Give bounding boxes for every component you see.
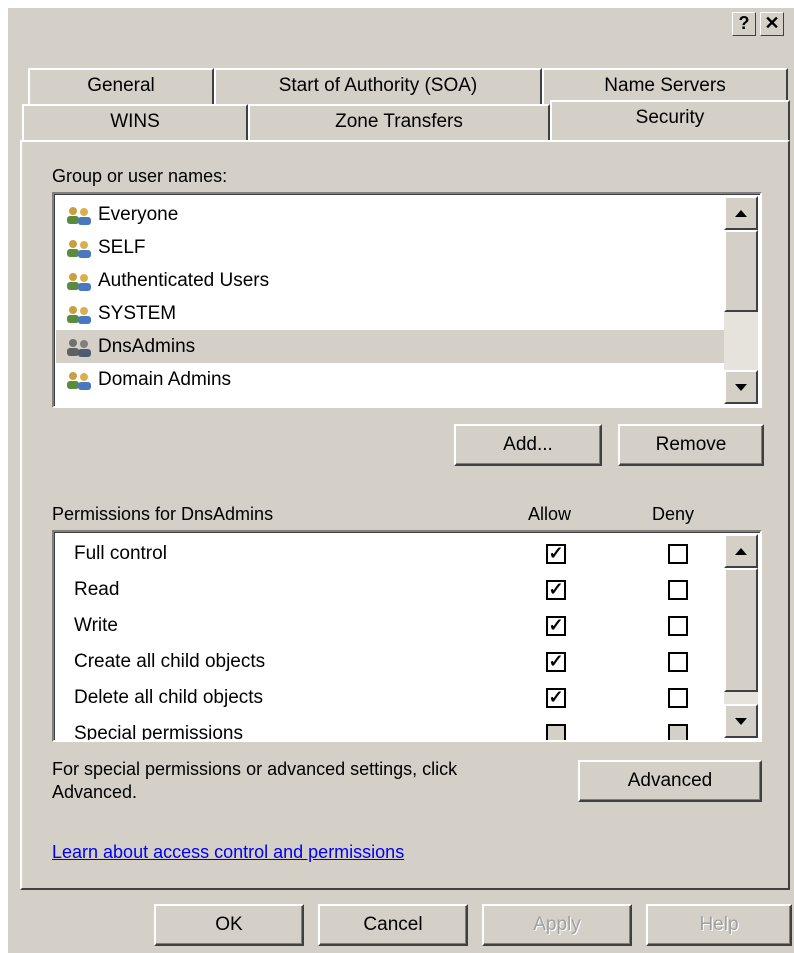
list-item[interactable]: SELF <box>60 231 728 264</box>
user-group-icon <box>67 207 91 225</box>
user-list[interactable]: Everyone SELF Authenticated Users SYSTEM… <box>52 192 762 408</box>
deny-checkbox[interactable] <box>668 544 688 564</box>
list-item-selected[interactable]: DnsAdmins <box>56 330 724 363</box>
permission-row: Write <box>74 615 118 636</box>
group-or-user-names-label: Group or user names: <box>52 166 228 186</box>
scroll-down-button[interactable] <box>724 704 758 738</box>
allow-checkbox-disabled <box>546 724 566 740</box>
allow-checkbox[interactable]: ✓ <box>546 688 566 708</box>
allow-checkbox[interactable]: ✓ <box>546 580 566 600</box>
user-group-icon <box>67 273 91 291</box>
add-button[interactable]: Add... <box>454 424 602 466</box>
apply-button: Apply <box>482 904 632 946</box>
scroll-up-button[interactable] <box>724 196 758 230</box>
scroll-up-button[interactable] <box>724 534 758 568</box>
permissions-label: Permissions for DnsAdmins <box>52 504 274 524</box>
dns-zone-properties-dialog: ? ✕ General Start of Authority (SOA) Nam… <box>8 8 794 953</box>
user-group-icon <box>67 339 91 357</box>
deny-checkbox[interactable] <box>668 616 688 636</box>
permission-row: Create all child objects <box>74 651 266 672</box>
allow-header: Allow <box>528 504 572 524</box>
deny-checkbox[interactable] <box>668 580 688 600</box>
remove-button[interactable]: Remove <box>618 424 764 466</box>
arrow-up-icon <box>735 548 747 555</box>
allow-checkbox[interactable]: ✓ <box>546 652 566 672</box>
permission-row: Full control <box>74 543 167 564</box>
permission-row: Read <box>74 579 120 600</box>
permissions-list[interactable]: Full control ✓ Read ✓ Write ✓ Create all… <box>52 530 762 742</box>
tab-zone-transfers[interactable]: Zone Transfers <box>248 104 550 140</box>
learn-access-control-link[interactable]: Learn about access control and permissio… <box>52 842 404 863</box>
list-item[interactable]: Authenticated Users <box>60 264 728 297</box>
ok-button[interactable]: OK <box>154 904 304 946</box>
tab-start-of-authority[interactable]: Start of Authority (SOA) <box>214 68 542 104</box>
scroll-down-button[interactable] <box>724 370 758 404</box>
user-group-icon <box>67 372 91 390</box>
permissions-scrollbar[interactable] <box>724 534 758 738</box>
scroll-thumb[interactable] <box>724 568 758 692</box>
security-tab-panel: Group or user names: Everyone SELF Authe… <box>20 140 790 890</box>
permission-row: Special permissions <box>74 723 243 742</box>
title-bar: ? ✕ <box>8 8 794 44</box>
deny-checkbox-disabled <box>668 724 688 740</box>
user-group-icon <box>67 240 91 258</box>
tab-wins[interactable]: WINS <box>22 104 248 140</box>
user-list-scrollbar[interactable] <box>724 196 758 404</box>
deny-header: Deny <box>652 504 695 524</box>
help-button: Help <box>646 904 792 946</box>
help-title-button[interactable]: ? <box>732 12 756 36</box>
arrow-down-icon <box>735 384 747 391</box>
allow-checkbox[interactable]: ✓ <box>546 616 566 636</box>
list-item[interactable]: SYSTEM <box>60 297 728 330</box>
tab-general[interactable]: General <box>28 68 214 104</box>
allow-checkbox[interactable]: ✓ <box>546 544 566 564</box>
cancel-button[interactable]: Cancel <box>318 904 468 946</box>
scroll-thumb[interactable] <box>724 230 758 312</box>
list-item[interactable]: Domain Admins <box>60 363 728 396</box>
tab-security[interactable]: Security <box>550 100 790 140</box>
advanced-button[interactable]: Advanced <box>578 760 762 802</box>
tab-name-servers[interactable]: Name Servers <box>542 68 788 104</box>
user-group-icon <box>67 306 91 324</box>
arrow-up-icon <box>735 210 747 217</box>
permission-row: Delete all child objects <box>74 687 264 708</box>
advanced-help-text: For special permissions or advanced sett… <box>52 759 458 802</box>
list-item[interactable]: Everyone <box>60 198 728 231</box>
arrow-down-icon <box>735 718 747 725</box>
deny-checkbox[interactable] <box>668 688 688 708</box>
close-title-button[interactable]: ✕ <box>760 12 784 36</box>
deny-checkbox[interactable] <box>668 652 688 672</box>
